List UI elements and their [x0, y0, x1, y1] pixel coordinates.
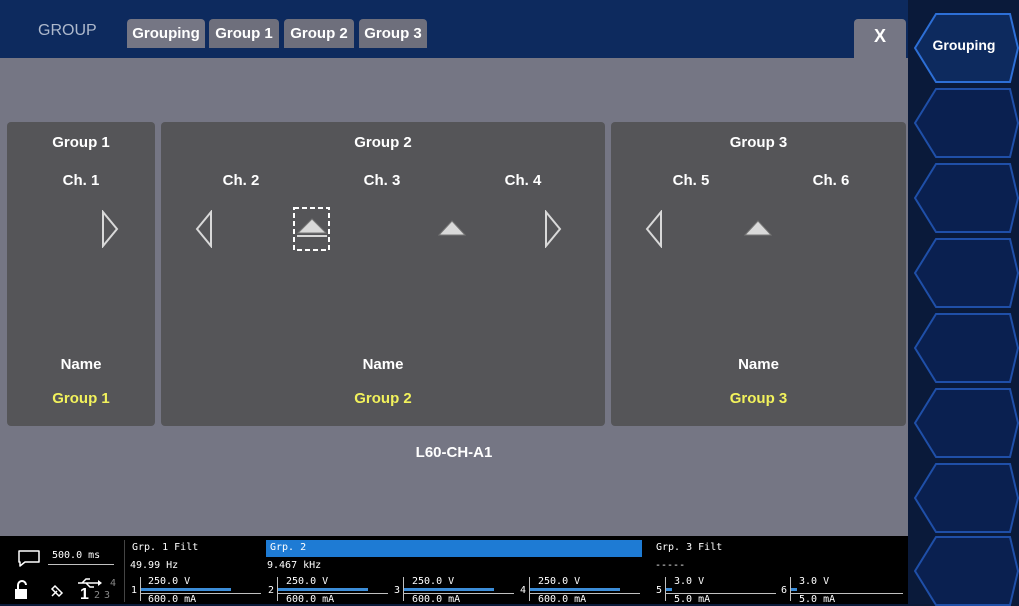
channel-up-arrow-icon[interactable]	[743, 218, 773, 238]
group-2-title: Group 2	[354, 134, 412, 151]
ch2-voltage: 250.0 V	[286, 576, 329, 587]
channel-1-label[interactable]: Ch. 1	[37, 172, 125, 189]
tab-group-2[interactable]: Group 2	[284, 19, 354, 48]
ch2-voltage-bar	[278, 588, 368, 591]
ch1-voltage-bar	[141, 588, 231, 591]
move-right-arrow-icon[interactable]	[543, 210, 563, 248]
channel-up-arrow-icon[interactable]	[437, 218, 467, 238]
indicator-digit-1: 1	[80, 586, 89, 603]
group-1-title: Group 1	[52, 134, 110, 151]
grp1-label[interactable]: Grp. 1 Filt	[132, 542, 198, 553]
ch3-voltage-bar	[404, 588, 494, 591]
message-icon[interactable]	[16, 548, 42, 568]
group-2-name-label: Name	[362, 356, 404, 373]
cycle-time[interactable]: 500.0 ms	[52, 550, 100, 561]
channel-2-label[interactable]: Ch. 2	[201, 172, 281, 189]
ch4-voltage-bar	[530, 588, 620, 591]
lock-icon[interactable]	[14, 580, 30, 600]
ch3-voltage: 250.0 V	[412, 576, 455, 587]
ch4-baseline	[530, 593, 640, 594]
group-1-name-value[interactable]: Group 1	[7, 390, 155, 407]
grouping-area: Group 1 Ch. 1 Name Group 1 Group 2 Ch. 2…	[0, 58, 908, 536]
cycle-time-underline	[48, 564, 114, 565]
ch4-current: 600.0 mA	[538, 594, 587, 605]
ch6-voltage: 3.0 V	[799, 576, 830, 587]
ch1-voltage: 250.0 V	[148, 576, 191, 587]
title-bar: GROUP Grouping Group 1 Group 2 Group 3 X	[0, 0, 908, 58]
ch5-current: 5.0 mA	[674, 594, 711, 605]
group-3-panel: Group 3 Ch. 5 Ch. 6 Name Group 3	[611, 122, 906, 426]
group-3-title: Group 3	[729, 134, 788, 151]
indicator-digit-3: 3	[104, 590, 111, 601]
ch3-baseline	[404, 593, 514, 594]
softkey-button-4[interactable]	[914, 238, 1019, 308]
tab-group-1[interactable]: Group 1	[209, 19, 279, 48]
ch1-number: 1	[131, 585, 138, 596]
grp2-frequency: 9.467 kHz	[267, 560, 322, 571]
group-1-panel: Group 1 Ch. 1 Name Group 1	[7, 122, 155, 426]
ch4-voltage: 250.0 V	[538, 576, 581, 587]
indicator-digit-2: 2	[94, 590, 101, 601]
softkey-button-6[interactable]	[914, 388, 1019, 458]
ch3-number: 3	[394, 585, 401, 596]
channel-3-label[interactable]: Ch. 3	[342, 172, 422, 189]
ch1-baseline	[141, 593, 261, 594]
softkey-sidebar: Grouping	[908, 0, 1019, 606]
grp3-label[interactable]: Grp. 3 Filt	[656, 542, 722, 553]
channel-5-label[interactable]: Ch. 5	[651, 172, 731, 189]
grp1-frequency: 49.99 Hz	[130, 560, 179, 571]
tab-group-3[interactable]: Group 3	[359, 19, 427, 48]
ch4-number: 4	[520, 585, 527, 596]
status-bar: 500.0 ms 4 1 2 3 Grp. 1 Filt 49.99 Hz 1 …	[0, 536, 908, 605]
ch2-current: 600.0 mA	[286, 594, 335, 605]
channel-6-label[interactable]: Ch. 6	[791, 172, 871, 189]
grp2-header-highlight[interactable]	[266, 540, 642, 557]
channel-4-label[interactable]: Ch. 4	[483, 172, 563, 189]
ch2-baseline	[278, 593, 388, 594]
ch5-voltage: 3.0 V	[674, 576, 705, 587]
indicator-digit-4: 4	[110, 578, 117, 589]
move-right-arrow-icon[interactable]	[100, 210, 120, 248]
grp3-frequency: -----	[655, 560, 686, 571]
softkey-button-5[interactable]	[914, 313, 1019, 383]
softkey-grouping-button[interactable]: Grouping	[914, 13, 1019, 83]
ch5-number: 5	[656, 585, 663, 596]
group-1-name-label: Name	[60, 356, 102, 373]
softkey-button-8[interactable]	[914, 536, 1019, 606]
ch6-voltage-bar	[791, 588, 797, 591]
ch6-number: 6	[781, 585, 788, 596]
ch6-baseline	[791, 593, 903, 594]
softkey-button-3[interactable]	[914, 163, 1019, 233]
ch5-voltage-bar	[666, 588, 672, 591]
ch5-baseline	[666, 593, 776, 594]
ch2-number: 2	[268, 585, 275, 596]
channel-up-arrow-icon-selected[interactable]	[292, 206, 332, 252]
ch1-current: 600.0 mA	[148, 594, 197, 605]
softkey-button-7[interactable]	[914, 463, 1019, 533]
group-2-name-value[interactable]: Group 2	[161, 390, 605, 407]
softkey-grouping-label: Grouping	[932, 37, 996, 53]
ch3-current: 600.0 mA	[412, 594, 461, 605]
separator	[124, 540, 125, 602]
plug-icon[interactable]	[48, 580, 68, 600]
close-button[interactable]: X	[854, 19, 906, 58]
ch6-current: 5.0 mA	[799, 594, 836, 605]
tab-grouping[interactable]: Grouping	[127, 19, 205, 48]
group-2-panel: Group 2 Ch. 2 Ch. 3 Ch. 4 Name Group 2	[161, 122, 605, 426]
group-3-name-value[interactable]: Group 3	[611, 390, 906, 407]
softkey-button-2[interactable]	[914, 88, 1019, 158]
move-left-arrow-icon[interactable]	[194, 210, 214, 248]
group-3-name-label: Name	[738, 356, 779, 373]
app-title: GROUP	[38, 22, 97, 39]
grp2-label[interactable]: Grp. 2	[270, 542, 306, 553]
device-label: L60-CH-A1	[415, 444, 493, 461]
move-left-arrow-icon[interactable]	[644, 210, 664, 248]
